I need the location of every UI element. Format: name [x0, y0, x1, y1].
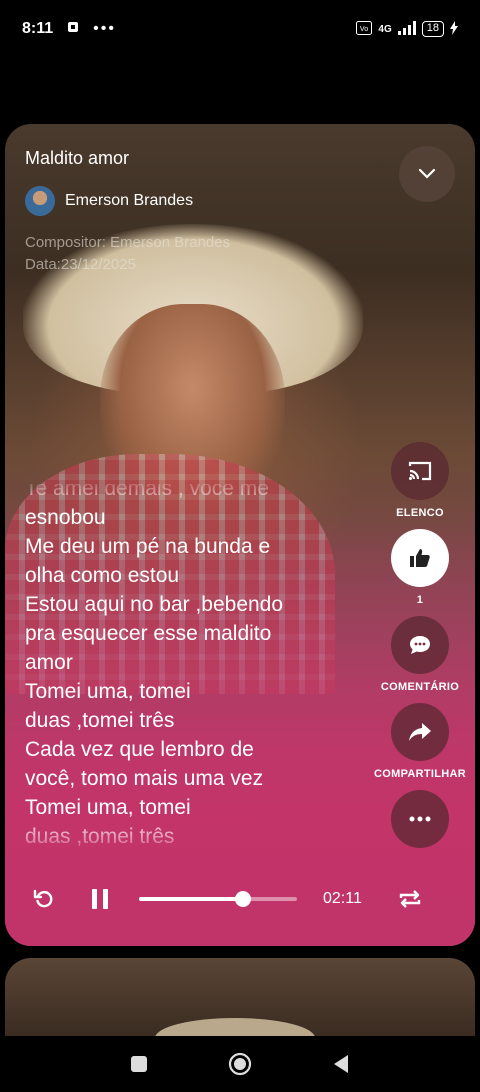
- lyric-line: amor: [25, 651, 73, 674]
- recents-button[interactable]: [130, 1055, 148, 1073]
- progress-slider[interactable]: [139, 891, 297, 907]
- share-action[interactable]: COMPARTILHAR: [374, 703, 466, 780]
- lyric-line: Me deu um pé na bunda e: [25, 535, 271, 558]
- status-bar: 8:11 ••• Vo 4G 18: [0, 0, 480, 58]
- more-icon: [409, 816, 431, 822]
- battery-indicator: 18: [421, 21, 444, 37]
- lyric-line: Tomei uma, tomei: [25, 680, 191, 703]
- like-action[interactable]: 1: [391, 529, 449, 606]
- like-count: 1: [416, 594, 424, 606]
- replay-button[interactable]: [33, 888, 55, 910]
- cast-action[interactable]: ELENCO: [391, 442, 449, 519]
- progress-knob[interactable]: [235, 891, 252, 907]
- replay-icon: [33, 889, 53, 908]
- pause-icon: [92, 889, 108, 909]
- lyric-line: pra esquecer esse maldito: [25, 622, 272, 645]
- lyric-line: esnobou: [25, 506, 106, 529]
- lyric-line: você, tomo mais uma vez: [25, 767, 264, 790]
- signal-icon: [397, 20, 416, 38]
- lyric-line: duas ,tomei três: [25, 825, 175, 846]
- status-time: 8:11: [22, 20, 54, 37]
- share-button[interactable]: [391, 703, 449, 761]
- next-cover-image: [155, 1018, 315, 1038]
- lyric-line: Tomei uma, tomei: [25, 796, 191, 819]
- cast-icon: [408, 461, 432, 481]
- network-type: 4G: [378, 23, 392, 35]
- avatar[interactable]: [25, 186, 55, 216]
- share-icon: [409, 723, 431, 741]
- like-button[interactable]: [391, 529, 449, 587]
- home-circle-icon: [228, 1052, 252, 1076]
- date-text: Data:23/12/2025: [25, 256, 136, 273]
- song-title: Maldito amor: [25, 148, 130, 168]
- notification-icon: [67, 20, 79, 38]
- comment-icon: [409, 636, 430, 654]
- volte-icon: Vo: [356, 20, 373, 38]
- artist-row[interactable]: Emerson Brandes: [25, 186, 193, 216]
- lyric-line: Estou aqui no bar ,bebendo: [25, 593, 284, 616]
- charging-icon: [450, 20, 458, 38]
- navigation-bar: [0, 1036, 480, 1092]
- side-actions: ELENCO 1 COMENTÁRIO COMPARTILHAR: [374, 442, 466, 858]
- song-card[interactable]: Maldito amor Emerson Brandes Compositor:…: [5, 124, 475, 946]
- more-options-button[interactable]: [391, 790, 449, 848]
- composer-text: Compositor: Emerson Brandes: [25, 234, 231, 251]
- more-action[interactable]: [391, 790, 449, 848]
- back-button[interactable]: [332, 1054, 350, 1074]
- playback-time: 02:11: [323, 890, 362, 907]
- chevron-down-icon: [418, 168, 436, 179]
- lyric-line: olha como estou: [25, 564, 180, 587]
- back-triangle-icon: [334, 1055, 348, 1073]
- cast-button[interactable]: [391, 442, 449, 500]
- lyric-line: Te amei demais , você me: [25, 484, 269, 500]
- comment-button[interactable]: [390, 616, 449, 674]
- pause-button[interactable]: [91, 888, 109, 910]
- lyric-line: Cada vez que lembro de: [25, 738, 254, 761]
- lyric-line: duas ,tomei três: [25, 709, 175, 732]
- home-button[interactable]: [228, 1052, 252, 1076]
- thumbs-up-icon: [410, 549, 430, 567]
- cast-label: ELENCO: [396, 507, 444, 519]
- share-label: COMPARTILHAR: [374, 768, 466, 780]
- player-controls: 02:11: [5, 874, 475, 924]
- progress-fill: [139, 897, 244, 901]
- song-meta: Compositor: Emerson Brandes Data:23/12/2…: [25, 232, 230, 276]
- lyrics-panel[interactable]: Te amei demais , você me esnobou Me deu …: [25, 484, 345, 846]
- square-icon: [131, 1056, 147, 1072]
- svg-text:Vo: Vo: [360, 26, 368, 33]
- repeat-button[interactable]: [398, 888, 422, 910]
- collapse-button[interactable]: [399, 146, 455, 202]
- next-song-card[interactable]: [5, 958, 475, 1038]
- repeat-icon: [399, 890, 421, 908]
- comment-action[interactable]: COMENTÁRIO: [381, 616, 459, 693]
- comment-label: COMENTÁRIO: [380, 681, 460, 693]
- artist-name[interactable]: Emerson Brandes: [65, 192, 193, 210]
- more-notifications-icon: •••: [93, 20, 116, 37]
